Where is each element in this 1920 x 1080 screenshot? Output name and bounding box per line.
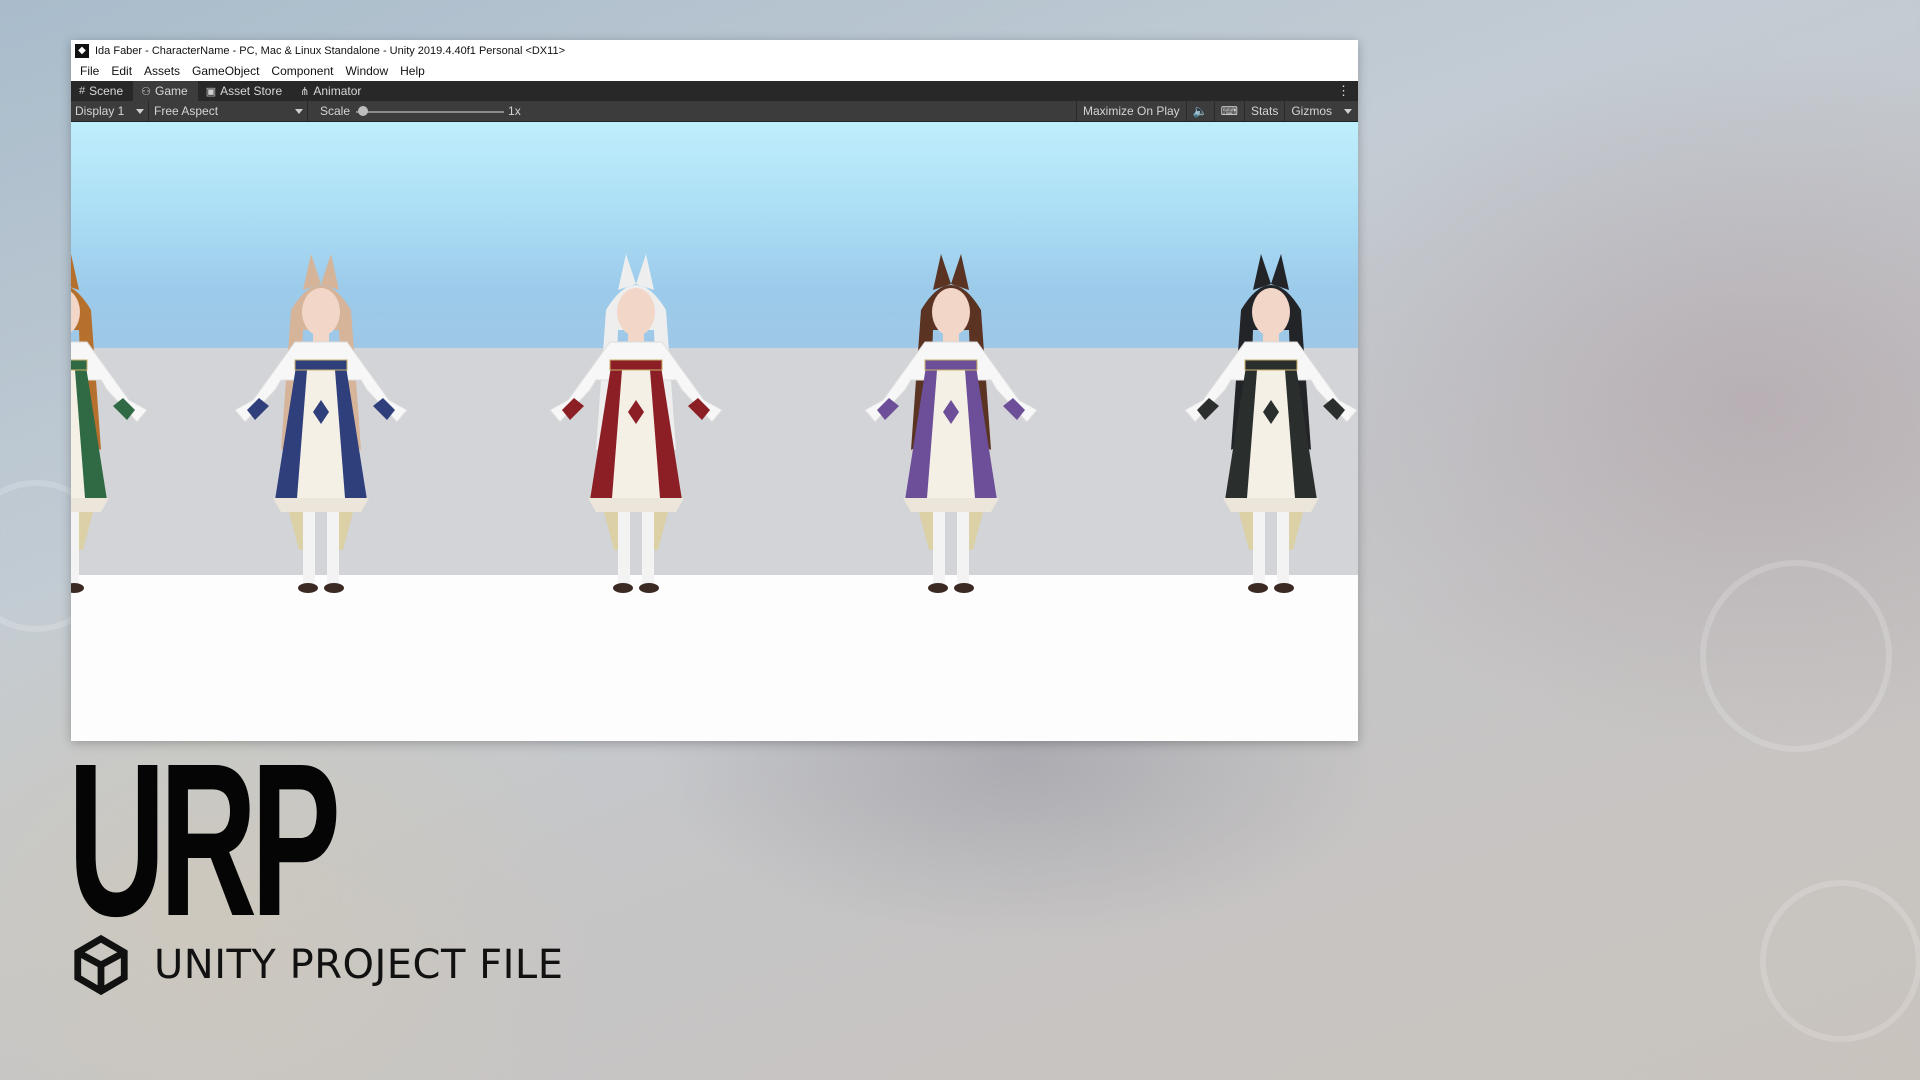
- scale-slider-thumb[interactable]: [358, 106, 369, 116]
- menu-file[interactable]: File: [80, 64, 99, 78]
- tab-animator-label: Animator: [313, 84, 362, 98]
- title-bar: ◆ Ida Faber - CharacterName - PC, Mac & …: [71, 40, 1358, 61]
- scale-value: 1x: [508, 104, 521, 118]
- tab-scene[interactable]: # Scene: [71, 81, 133, 101]
- aspect-dropdown-label: Free Aspect: [154, 104, 219, 118]
- tab-animator[interactable]: ⋔ Animator: [292, 81, 371, 101]
- maximize-on-play-label: Maximize On Play: [1082, 104, 1180, 118]
- scale-slider[interactable]: [356, 101, 505, 121]
- mute-audio-toggle[interactable]: 🔈: [1185, 101, 1214, 121]
- character-model-1: [71, 254, 148, 593]
- bag-icon: ▣: [205, 85, 217, 98]
- display-dropdown[interactable]: Display 1: [71, 101, 149, 121]
- aspect-dropdown[interactable]: Free Aspect: [150, 101, 308, 121]
- menu-bar: File Edit Assets GameObject Component Wi…: [71, 61, 1358, 81]
- tab-game[interactable]: ⚇ Game: [133, 81, 198, 101]
- unity-editor-window: ◆ Ida Faber - CharacterName - PC, Mac & …: [71, 40, 1358, 741]
- gamepad-icon: ⚇: [141, 85, 152, 98]
- menu-component[interactable]: Component: [271, 64, 333, 78]
- menu-edit[interactable]: Edit: [111, 64, 132, 78]
- tab-game-label: Game: [155, 84, 188, 98]
- game-toolbar: Display 1 Free Aspect Scale 1x Maximize …: [71, 101, 1358, 122]
- character-model-2: [234, 254, 408, 593]
- game-view[interactable]: [71, 122, 1358, 740]
- scale-slider-track: [356, 111, 505, 113]
- animator-icon: ⋔: [300, 85, 310, 98]
- gizmos-dropdown[interactable]: Gizmos: [1284, 101, 1358, 121]
- menu-assets[interactable]: Assets: [144, 64, 180, 78]
- background-ornament: [1700, 560, 1892, 752]
- menu-help[interactable]: Help: [400, 64, 425, 78]
- chevron-down-icon: [1344, 108, 1352, 114]
- stats-toggle[interactable]: Stats: [1243, 101, 1284, 121]
- chevron-down-icon: [136, 108, 144, 114]
- display-dropdown-label: Display 1: [75, 104, 125, 118]
- unity-logo-icon: [74, 934, 128, 996]
- unity-project-row: UNITY PROJECT FILE: [70, 934, 564, 996]
- window-title: Ida Faber - CharacterName - PC, Mac & Li…: [95, 44, 565, 57]
- urp-title: URP: [68, 719, 341, 962]
- stats-label: Stats: [1250, 104, 1279, 118]
- grid-icon: #: [79, 85, 86, 97]
- character-model-5: [1184, 254, 1358, 593]
- tab-asset-store-label: Asset Store: [220, 84, 283, 98]
- unity-app-icon: ◆: [75, 43, 89, 58]
- menu-window[interactable]: Window: [345, 64, 388, 78]
- background-ornament: [1760, 880, 1920, 1042]
- project-file-label: UNITY PROJECT FILE: [154, 942, 564, 988]
- character-model-4: [864, 254, 1038, 593]
- gizmos-label: Gizmos: [1291, 104, 1332, 118]
- tab-bar: # Scene ⚇ Game ▣ Asset Store ⋔ Animator …: [71, 81, 1358, 101]
- chevron-down-icon: [295, 108, 303, 114]
- speaker-icon: 🔈: [1192, 104, 1208, 118]
- scale-label: Scale: [320, 104, 351, 118]
- tab-asset-store[interactable]: ▣ Asset Store: [198, 81, 292, 101]
- character-model-3: [549, 254, 723, 593]
- keyboard-icon: ⌨: [1220, 104, 1238, 118]
- maximize-on-play-toggle[interactable]: Maximize On Play: [1075, 101, 1186, 121]
- tab-scene-label: Scene: [89, 84, 124, 98]
- right-toolbar: Maximize On Play 🔈 ⌨ Stats Gizmos: [1075, 101, 1358, 121]
- more-options-icon[interactable]: ⋮: [1337, 83, 1350, 99]
- menu-gameobject[interactable]: GameObject: [192, 64, 259, 78]
- shortcuts-toggle[interactable]: ⌨: [1213, 101, 1244, 121]
